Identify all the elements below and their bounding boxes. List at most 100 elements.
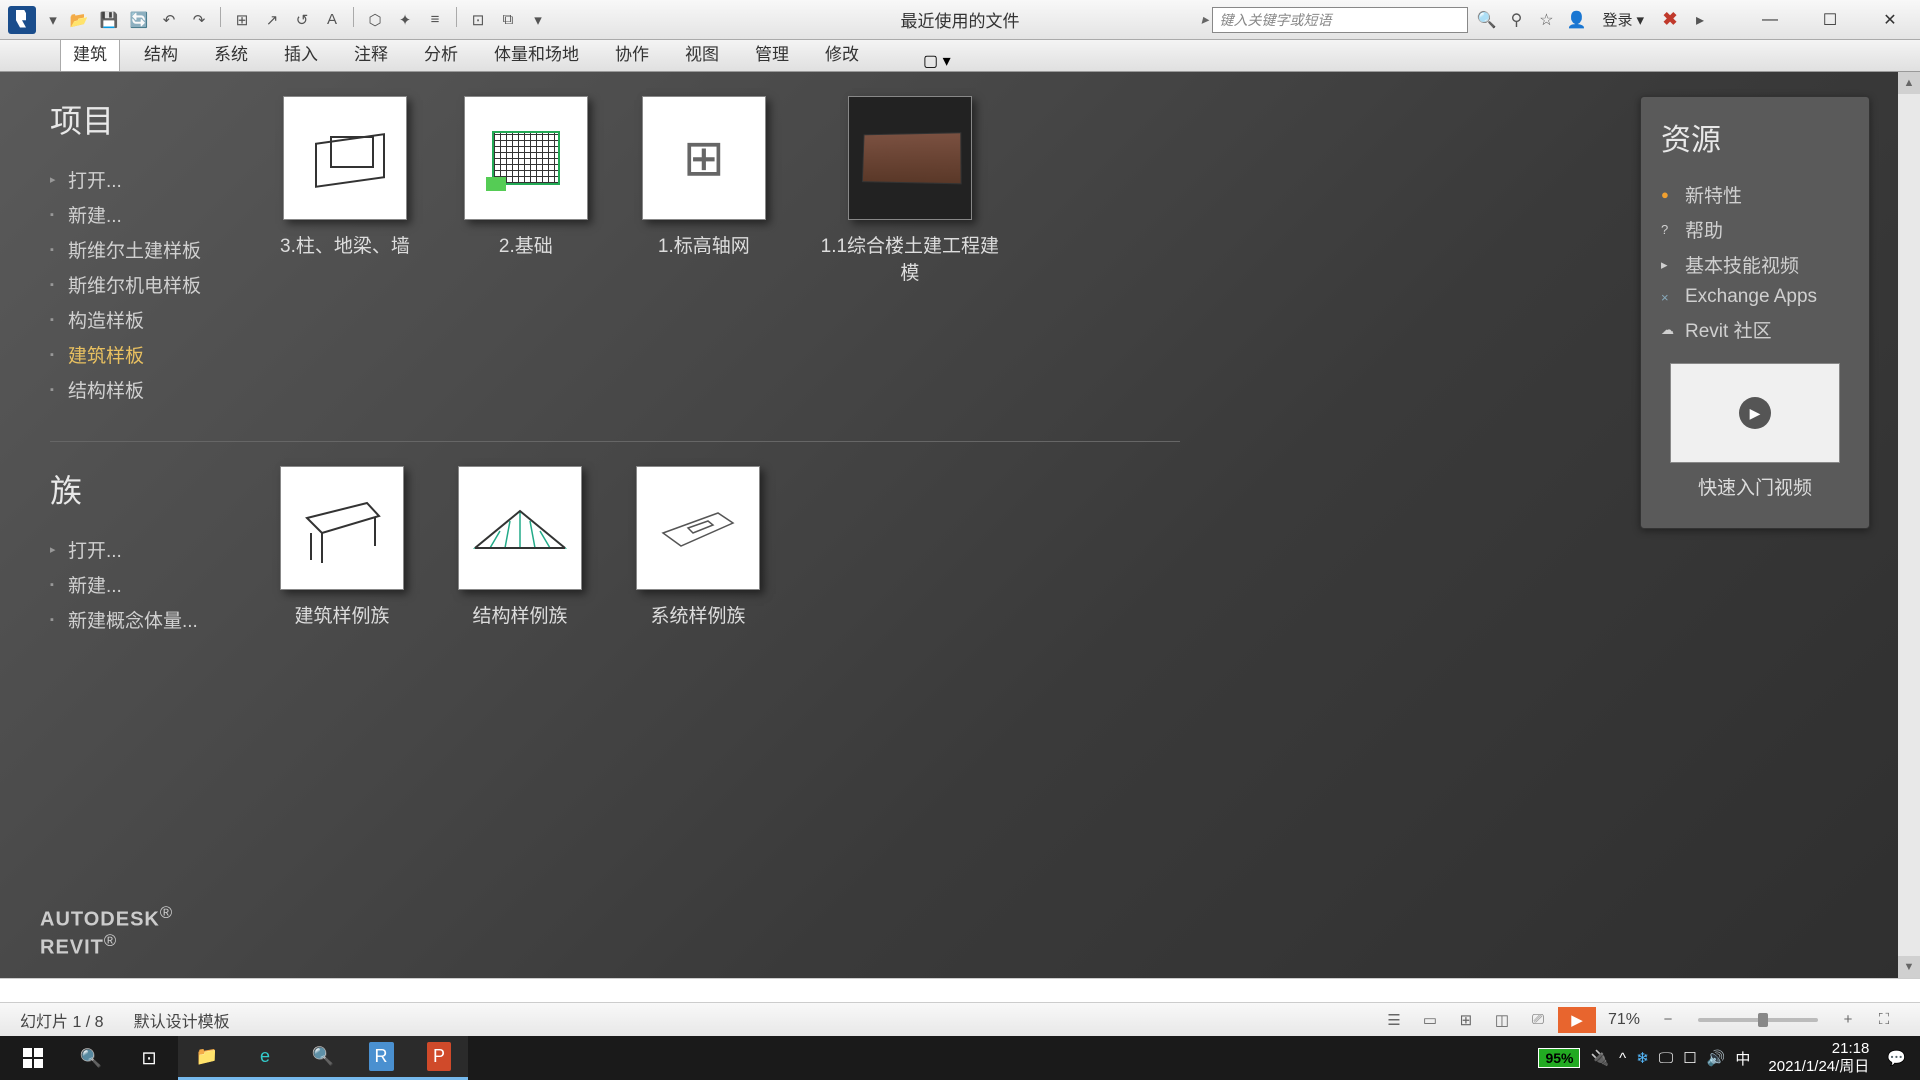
resource-link-exchange[interactable]: ×Exchange Apps (1661, 286, 1849, 308)
volume-icon[interactable]: 🔊 (1707, 1049, 1726, 1067)
task-view-button[interactable]: ⊡ (120, 1036, 178, 1080)
zoom-slider[interactable] (1698, 1018, 1818, 1022)
sync-icon[interactable]: 🔄 (126, 7, 152, 33)
project-template-link[interactable]: ▪结构样板 (50, 376, 250, 403)
doc-icon: ▪ (50, 279, 60, 291)
dim-icon[interactable]: ↺ (289, 7, 315, 33)
recent-project[interactable]: 1.1综合楼土建工程建模 (820, 96, 1000, 411)
measure-icon[interactable]: ⊞ (229, 7, 255, 33)
family-open-link[interactable]: ▸打开... (50, 536, 250, 563)
taskbar-app-powerpoint[interactable]: P (410, 1036, 468, 1080)
quick-access-toolbar: 📂 💾 🔄 ↶ ↷ ⊞ ↗ ↺ A ⬡ ✦ ≡ ⊡ ⧉ ▾ (66, 7, 551, 33)
sorter-view-icon[interactable]: ⊞ (1450, 1007, 1482, 1033)
project-new-link[interactable]: ▪新建... (50, 201, 250, 228)
search-button[interactable]: 🔍 (62, 1036, 120, 1080)
family-thumb-icon (297, 488, 387, 568)
battery-indicator[interactable]: 95% (1538, 1048, 1580, 1068)
doc-icon: ▪ (50, 314, 60, 326)
recent-family[interactable]: 系统样例族 (636, 466, 760, 641)
search-icon[interactable]: 🔍 (1474, 8, 1498, 32)
exchange-icon[interactable]: ✖ (1658, 8, 1682, 32)
status-strip (0, 978, 1920, 1002)
family-conceptual-link[interactable]: ▪新建概念体量... (50, 606, 250, 633)
network-icon[interactable]: ☐ (1683, 1049, 1696, 1067)
recent-family[interactable]: 建筑样例族 (280, 466, 404, 641)
taskbar-clock[interactable]: 21:18 2021/1/24/周日 (1760, 1040, 1877, 1076)
favorite-icon[interactable]: ☆ (1534, 8, 1558, 32)
close-win-icon[interactable]: ⊡ (465, 7, 491, 33)
undo-icon[interactable]: ↶ (156, 7, 182, 33)
scroll-up-icon[interactable]: ▲ (1898, 72, 1920, 94)
scroll-down-icon[interactable]: ▼ (1898, 956, 1920, 978)
recent-project[interactable]: ⊞ 1.标高轴网 (642, 96, 766, 411)
window-title: 最近使用的文件 (901, 7, 1020, 32)
notifications-icon[interactable]: 💬 (1887, 1049, 1906, 1067)
normal-view-icon[interactable]: ▭ (1414, 1007, 1446, 1033)
app-icon[interactable] (8, 6, 36, 34)
resources-card: 资源 ●新特性 ?帮助 ▸基本技能视频 ×Exchange Apps ☁Revi… (1640, 96, 1870, 529)
search-area: 键入关键字或短语 🔍 ⚲ ☆ 👤 登录 ▾ ✖ ▸ (1212, 7, 1712, 33)
switch-win-icon[interactable]: ⧉ (495, 7, 521, 33)
save-icon[interactable]: 💾 (96, 7, 122, 33)
section-icon[interactable]: ✦ (392, 7, 418, 33)
help-expand-icon[interactable]: ▸ (1688, 8, 1712, 32)
align-icon[interactable]: ↗ (259, 7, 285, 33)
recent-family[interactable]: 结构样例族 (458, 466, 582, 641)
project-open-link[interactable]: ▸打开... (50, 166, 250, 193)
qat-more-icon[interactable]: ▾ (525, 7, 551, 33)
taskbar-app-search[interactable]: 🔍 (294, 1036, 352, 1080)
presenter-status-bar: 幻灯片 1 / 8 默认设计模板 ☰ ▭ ⊞ ◫ ⎚ ▶ 71% − + ⛶ (0, 1002, 1920, 1036)
search-input[interactable]: 键入关键字或短语 (1212, 7, 1468, 33)
project-thumb-icon: ⊞ (669, 123, 739, 193)
ime-indicator[interactable]: 中 (1735, 1048, 1750, 1069)
open-icon[interactable]: 📂 (66, 7, 92, 33)
taskbar-app-edge[interactable]: e (236, 1036, 294, 1080)
recent-project[interactable]: 2.基础 (464, 96, 588, 411)
project-template-link[interactable]: ▪斯维尔土建样板 (50, 236, 250, 263)
project-template-link[interactable]: ▪建筑样板 (50, 341, 250, 368)
slideshow-button[interactable]: ▶ (1558, 1007, 1596, 1033)
recent-project[interactable]: 3.柱、地梁、墙 (280, 96, 410, 411)
resource-link-new-features[interactable]: ●新特性 (1661, 181, 1849, 208)
doc-icon: ▪ (50, 384, 60, 396)
taskbar-app-explorer[interactable]: 📁 (178, 1036, 236, 1080)
recent-families-thumbs: 建筑样例族 结构样例族 系统样例族 (280, 466, 760, 641)
maximize-button[interactable]: ☐ (1800, 7, 1860, 33)
family-new-link[interactable]: ▪新建... (50, 571, 250, 598)
play-icon: ▸ (1661, 257, 1675, 273)
redo-icon[interactable]: ↷ (186, 7, 212, 33)
project-template-link[interactable]: ▪斯维尔机电样板 (50, 271, 250, 298)
zoom-in-button[interactable]: + (1832, 1007, 1864, 1033)
taskbar-app-revit[interactable]: R (352, 1036, 410, 1080)
power-icon[interactable]: 🔌 (1590, 1049, 1609, 1067)
login-button[interactable]: 登录 ▾ (1594, 7, 1652, 32)
window-controls: — ☐ ✕ (1740, 7, 1920, 33)
fit-window-button[interactable]: ⛶ (1868, 1007, 1900, 1033)
menu-icon[interactable]: ☰ (1378, 1007, 1410, 1033)
project-template-link[interactable]: ▪构造样板 (50, 306, 250, 333)
notes-view-icon[interactable]: ⎚ (1522, 1007, 1554, 1033)
reading-view-icon[interactable]: ◫ (1486, 1007, 1518, 1033)
zoom-level[interactable]: 71% (1608, 1011, 1640, 1029)
dropdown-icon[interactable]: ▾ (40, 7, 66, 33)
user-icon[interactable]: 👤 (1564, 8, 1588, 32)
close-button[interactable]: ✕ (1860, 7, 1920, 33)
start-button[interactable] (4, 1036, 62, 1080)
text-icon[interactable]: A (319, 7, 345, 33)
slide-indicator: 幻灯片 1 / 8 (20, 1008, 104, 1032)
resource-link-help[interactable]: ?帮助 (1661, 216, 1849, 243)
vertical-scrollbar[interactable]: ▲ ▼ (1898, 72, 1920, 978)
zoom-out-button[interactable]: − (1652, 1007, 1684, 1033)
recent-projects-thumbs: 3.柱、地梁、墙 2.基础 ⊞ 1.标高轴网 1.1综合楼土建工程建模 (280, 96, 1000, 411)
resource-link-videos[interactable]: ▸基本技能视频 (1661, 251, 1849, 278)
resource-link-community[interactable]: ☁Revit 社区 (1661, 316, 1849, 343)
quick-start-video[interactable]: 快速入门视频 (1661, 363, 1849, 500)
minimize-button[interactable]: — (1740, 7, 1800, 33)
tray-expand-icon[interactable]: ^ (1619, 1050, 1626, 1067)
ribbon-extra[interactable]: ▢ ▾ (923, 51, 951, 71)
cast-icon[interactable]: 🖵 (1659, 1050, 1673, 1067)
tray-app-icon[interactable]: ❄ (1636, 1049, 1649, 1067)
thin-lines-icon[interactable]: ≡ (422, 7, 448, 33)
3d-icon[interactable]: ⬡ (362, 7, 388, 33)
subscription-icon[interactable]: ⚲ (1504, 8, 1528, 32)
